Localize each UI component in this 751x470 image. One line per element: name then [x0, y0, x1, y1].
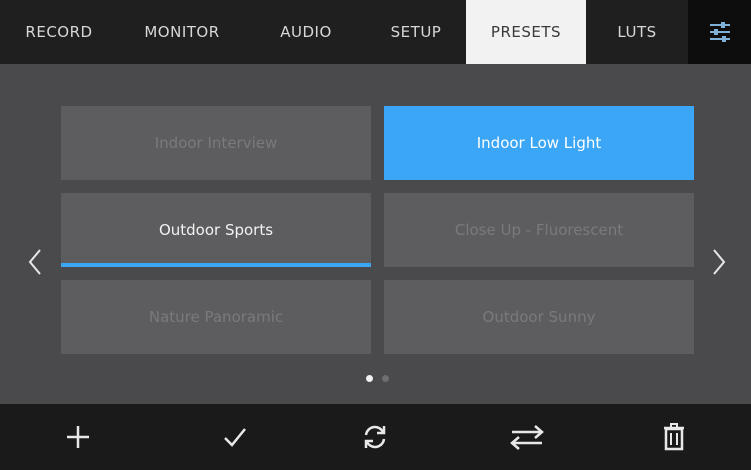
presets-panel: Indoor Interview Indoor Low Light Outdoo… [0, 64, 751, 404]
import-export-button[interactable] [497, 404, 557, 470]
tab-presets[interactable]: PRESETS [466, 0, 586, 64]
previous-page-button[interactable] [20, 242, 50, 282]
delete-preset-button[interactable] [644, 404, 704, 470]
tab-setup[interactable]: SETUP [366, 0, 466, 64]
preset-nature-panoramic[interactable]: Nature Panoramic [61, 280, 371, 354]
update-preset-button[interactable] [345, 404, 405, 470]
preset-outdoor-sunny[interactable]: Outdoor Sunny [384, 280, 694, 354]
sliders-icon [709, 22, 730, 42]
chevron-left-icon [28, 249, 41, 275]
preset-label: Outdoor Sports [158, 221, 274, 239]
page-indicator-dot-active [366, 375, 373, 382]
tab-luts[interactable]: LUTS [586, 0, 688, 64]
tab-bar: RECORD MONITOR AUDIO SETUP PRESETS LUTS [0, 0, 751, 64]
tab-monitor[interactable]: MONITOR [118, 0, 246, 64]
chevron-right-icon [713, 249, 726, 275]
tab-record[interactable]: RECORD [0, 0, 118, 64]
page-indicator-dot [382, 375, 389, 382]
plus-icon [67, 426, 89, 448]
preset-close-up-fluorescent[interactable]: Close Up - Fluorescent [384, 193, 694, 267]
preset-indoor-interview[interactable]: Indoor Interview [61, 106, 371, 180]
tab-audio[interactable]: AUDIO [246, 0, 366, 64]
next-page-button[interactable] [704, 242, 734, 282]
loaded-indicator [61, 263, 371, 267]
preset-toolbar [0, 404, 751, 470]
preset-outdoor-sports[interactable]: Outdoor Sports [61, 193, 371, 267]
preset-indoor-low-light[interactable]: Indoor Low Light [384, 106, 694, 180]
load-preset-button[interactable] [205, 404, 265, 470]
refresh-icon [364, 425, 386, 449]
checkmark-icon [224, 428, 246, 447]
swap-arrows-icon [510, 425, 544, 450]
settings-sliders-button[interactable] [688, 0, 751, 64]
trash-icon [664, 423, 684, 451]
add-preset-button[interactable] [48, 404, 108, 470]
